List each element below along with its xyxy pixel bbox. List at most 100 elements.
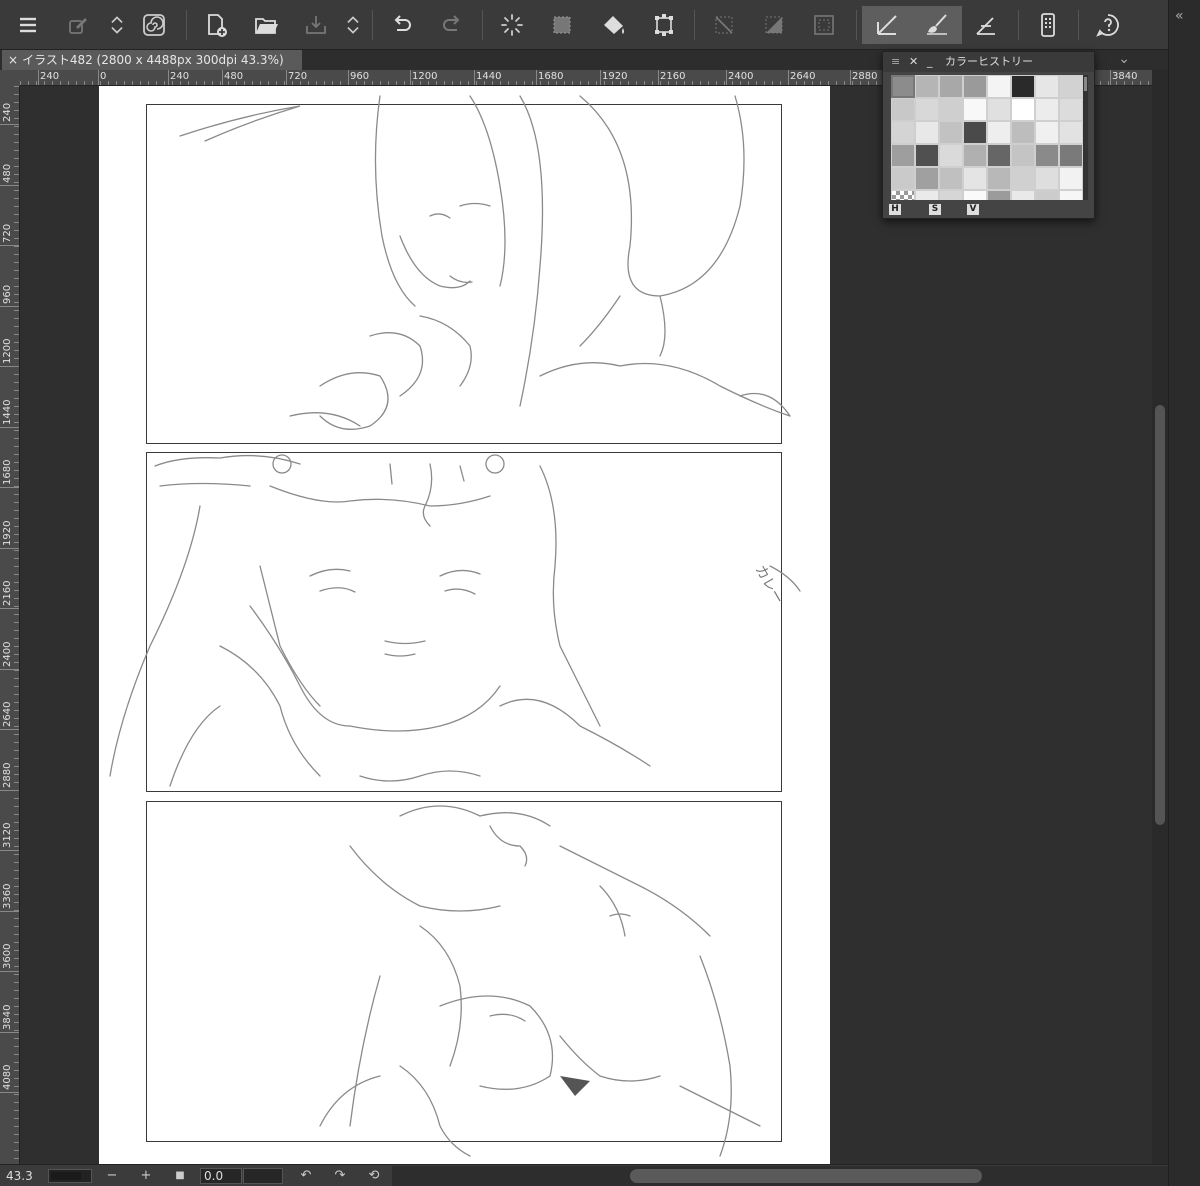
color-swatch[interactable] <box>915 167 939 190</box>
color-swatch[interactable] <box>963 98 987 121</box>
color-swatch[interactable] <box>1059 167 1083 190</box>
saturation-toggle[interactable]: S <box>929 204 941 215</box>
collapse-dock-icon[interactable]: « <box>1175 8 1184 24</box>
color-swatch[interactable] <box>939 144 963 167</box>
color-swatch[interactable] <box>1059 144 1083 167</box>
color-swatch[interactable] <box>891 75 915 98</box>
color-swatch[interactable] <box>1011 75 1035 98</box>
color-swatch[interactable] <box>915 121 939 144</box>
ruler-button[interactable] <box>862 6 912 44</box>
color-swatch[interactable] <box>1011 144 1035 167</box>
ruler-label: 480 <box>224 71 244 82</box>
new-file-button[interactable] <box>196 6 236 44</box>
color-swatch[interactable] <box>891 98 915 121</box>
tab-close-icon[interactable]: × <box>8 53 18 67</box>
transform-button[interactable] <box>644 6 684 44</box>
color-swatch[interactable] <box>1035 98 1059 121</box>
zoom-out-button[interactable]: − <box>104 1167 120 1185</box>
save-button[interactable] <box>296 6 336 44</box>
color-swatch[interactable] <box>1035 144 1059 167</box>
ruler-tick <box>0 608 19 609</box>
color-swatch[interactable] <box>915 75 939 98</box>
rotation-slider[interactable] <box>243 1168 283 1184</box>
color-swatch[interactable] <box>1059 75 1083 98</box>
save-options-button[interactable] <box>342 6 364 44</box>
color-swatch[interactable] <box>915 190 939 200</box>
zoom-value[interactable]: 43.3 <box>6 1167 46 1185</box>
color-swatch[interactable] <box>963 167 987 190</box>
panel-close-icon[interactable]: ✕ <box>909 52 918 72</box>
color-swatch[interactable] <box>963 144 987 167</box>
vertical-scrollbar[interactable] <box>1152 70 1168 1164</box>
color-swatch[interactable] <box>939 75 963 98</box>
color-swatch[interactable] <box>987 190 1011 200</box>
menu-button[interactable] <box>8 6 48 44</box>
color-swatch[interactable] <box>1059 121 1083 144</box>
zoom-slider[interactable] <box>48 1169 92 1183</box>
color-swatch[interactable] <box>891 167 915 190</box>
color-swatch[interactable] <box>891 144 915 167</box>
fit-button[interactable]: ■ <box>172 1167 188 1185</box>
select-button[interactable] <box>542 6 582 44</box>
document-tab[interactable]: × イラスト482 (2800 x 4488px 300dpi 43.3%) <box>2 50 302 70</box>
color-swatch[interactable] <box>939 121 963 144</box>
color-swatch[interactable] <box>1011 121 1035 144</box>
panel-minimize-icon[interactable]: _ <box>927 52 933 72</box>
brush-settings-button[interactable] <box>58 6 98 44</box>
color-swatch[interactable] <box>939 167 963 190</box>
color-swatch[interactable] <box>891 190 915 200</box>
canvas-area[interactable]: カレー <box>20 86 1152 1164</box>
undo-button[interactable] <box>382 6 422 44</box>
color-swatch[interactable] <box>987 98 1011 121</box>
color-swatch[interactable] <box>963 121 987 144</box>
deselect-button[interactable] <box>704 6 744 44</box>
color-swatch[interactable] <box>1011 98 1035 121</box>
spiral-button[interactable] <box>134 6 174 44</box>
color-swatch[interactable] <box>939 98 963 121</box>
color-swatch[interactable] <box>1035 75 1059 98</box>
color-swatch[interactable] <box>963 75 987 98</box>
invert-button[interactable] <box>754 6 794 44</box>
selection-icon <box>553 16 571 34</box>
color-swatch[interactable] <box>987 121 1011 144</box>
perspective-button[interactable] <box>966 6 1006 44</box>
color-swatch[interactable] <box>987 75 1011 98</box>
color-swatch[interactable] <box>987 167 1011 190</box>
color-swatch[interactable] <box>1035 121 1059 144</box>
color-swatch[interactable] <box>939 190 963 200</box>
paint-button[interactable] <box>912 6 962 44</box>
color-swatch[interactable] <box>1059 190 1083 200</box>
color-swatch[interactable] <box>987 144 1011 167</box>
loading-button[interactable] <box>492 6 532 44</box>
color-history-scrollbar[interactable] <box>1083 75 1088 200</box>
rotation-angle-input[interactable]: 0.0 <box>200 1168 242 1184</box>
fill-button[interactable] <box>594 6 634 44</box>
swap-button[interactable] <box>106 6 128 44</box>
zoom-in-button[interactable]: + <box>138 1167 154 1185</box>
reset-rotation-button[interactable]: ⟲ <box>366 1167 382 1185</box>
horizontal-scrollbar[interactable] <box>392 1166 1168 1186</box>
horizontal-scrollbar-thumb[interactable] <box>630 1169 982 1183</box>
color-swatch[interactable] <box>1035 190 1059 200</box>
ruler-label: 2640 <box>2 701 13 727</box>
color-swatch[interactable] <box>1059 98 1083 121</box>
color-swatch[interactable] <box>1011 190 1035 200</box>
hue-toggle[interactable]: H <box>889 204 901 215</box>
rotate-right-button[interactable]: ↷ <box>332 1167 348 1185</box>
rotate-left-button[interactable]: ↶ <box>298 1167 314 1185</box>
open-button[interactable] <box>246 6 286 44</box>
color-swatch[interactable] <box>1011 167 1035 190</box>
border-button[interactable] <box>804 6 844 44</box>
color-swatch[interactable] <box>915 144 939 167</box>
value-toggle[interactable]: V <box>967 204 979 215</box>
help-button[interactable] <box>1088 6 1128 44</box>
panel-menu-icon[interactable]: ≡ <box>891 52 900 72</box>
redo-button[interactable] <box>432 6 472 44</box>
color-swatch[interactable] <box>915 98 939 121</box>
color-swatch[interactable] <box>1035 167 1059 190</box>
device-button[interactable] <box>1028 6 1068 44</box>
color-swatch[interactable] <box>891 121 915 144</box>
color-swatch[interactable] <box>963 190 987 200</box>
chevron-down-icon[interactable]: ⌄ <box>1118 50 1130 68</box>
vertical-scrollbar-thumb[interactable] <box>1155 405 1165 825</box>
